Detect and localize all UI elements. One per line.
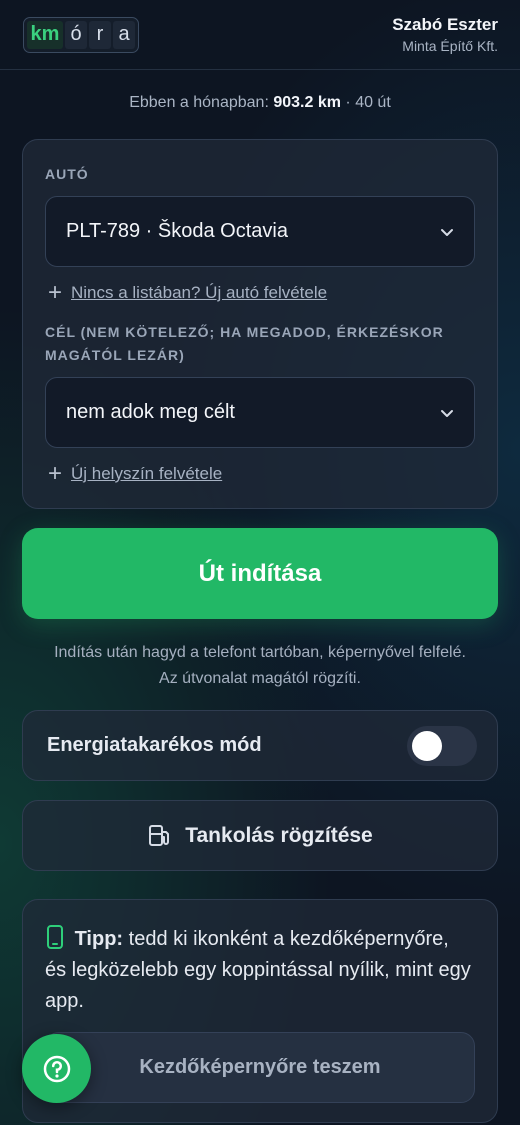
add-to-homescreen-button[interactable]: Kezdőképernyőre teszem — [45, 1032, 475, 1103]
stats-separator: · — [345, 94, 351, 111]
chevron-down-icon — [441, 228, 453, 236]
tip-card: Tipp: tedd ki ikonként a kezdőképernyőre… — [22, 899, 498, 1123]
start-trip-button[interactable]: Út indítása — [22, 528, 498, 619]
user-name: Szabó Eszter — [392, 15, 498, 34]
fuel-log-button[interactable]: Tankolás rögzítése — [22, 800, 498, 871]
tip-text: Tipp: tedd ki ikonként a kezdőképernyőre… — [45, 924, 475, 1017]
start-hint: Indítás után hagyd a telefont tartóban, … — [0, 640, 520, 692]
chevron-down-icon — [441, 409, 453, 417]
fuel-pump-icon — [149, 824, 170, 846]
stats-trips: 40 út — [355, 94, 391, 111]
car-label: AUTÓ — [45, 166, 89, 182]
goal-select-value: nem adok meg célt — [66, 401, 235, 423]
energy-saver-label: Energiatakarékos mód — [47, 734, 262, 756]
add-car-link[interactable]: + Nincs a listában? Új autó felvétele — [45, 281, 475, 305]
start-hint-line2: Az útvonalat magától rögzíti. — [159, 670, 361, 687]
goal-select[interactable]: nem adok meg célt — [45, 377, 475, 448]
logo-letter-r: r — [89, 20, 111, 49]
logo-letter-km: km — [27, 20, 63, 49]
fuel-log-label: Tankolás rögzítése — [185, 823, 373, 847]
logo-letter-o: ó — [65, 20, 87, 49]
tip-title: Tipp: — [74, 928, 124, 950]
add-car-link-text: Nincs a listában? Új autó felvétele — [71, 283, 328, 302]
energy-saver-card: Energiatakarékos mód — [22, 710, 498, 781]
help-button[interactable] — [22, 1034, 91, 1103]
plus-icon: + — [47, 279, 62, 306]
add-place-link-text: Új helyszín felvétele — [71, 464, 223, 483]
trip-form-card: AUTÓ PLT-789 · Škoda Octavia + Nincs a l… — [22, 139, 498, 509]
goal-label: CÉL (NEM KÖTELEZŐ; HA MEGADOD, ÉRKEZÉSKO… — [45, 324, 444, 363]
app-logo[interactable]: km ó r a — [23, 16, 139, 53]
energy-saver-toggle[interactable] — [407, 725, 477, 766]
stats-distance: 903.2 km — [273, 94, 341, 111]
start-hint-line1: Indítás után hagyd a telefont tartóban, … — [54, 644, 466, 661]
help-icon — [43, 1055, 70, 1082]
logo-letter-a: a — [113, 20, 135, 49]
car-select-value: PLT-789 · Škoda Octavia — [66, 220, 288, 242]
user-info[interactable]: Szabó Eszter Minta Építő Kft. — [392, 15, 498, 54]
toggle-knob — [412, 730, 442, 761]
monthly-stats: Ebben a hónapban: 903.2 km · 40 út — [0, 94, 520, 112]
user-company: Minta Építő Kft. — [402, 38, 498, 54]
phone-icon — [47, 925, 63, 949]
add-place-link[interactable]: + Új helyszín felvétele — [45, 462, 475, 486]
plus-icon: + — [47, 460, 62, 487]
car-select[interactable]: PLT-789 · Škoda Octavia — [45, 196, 475, 267]
app-header: km ó r a Szabó Eszter Minta Építő Kft. — [0, 0, 520, 70]
stats-prefix: Ebben a hónapban: — [129, 94, 269, 111]
